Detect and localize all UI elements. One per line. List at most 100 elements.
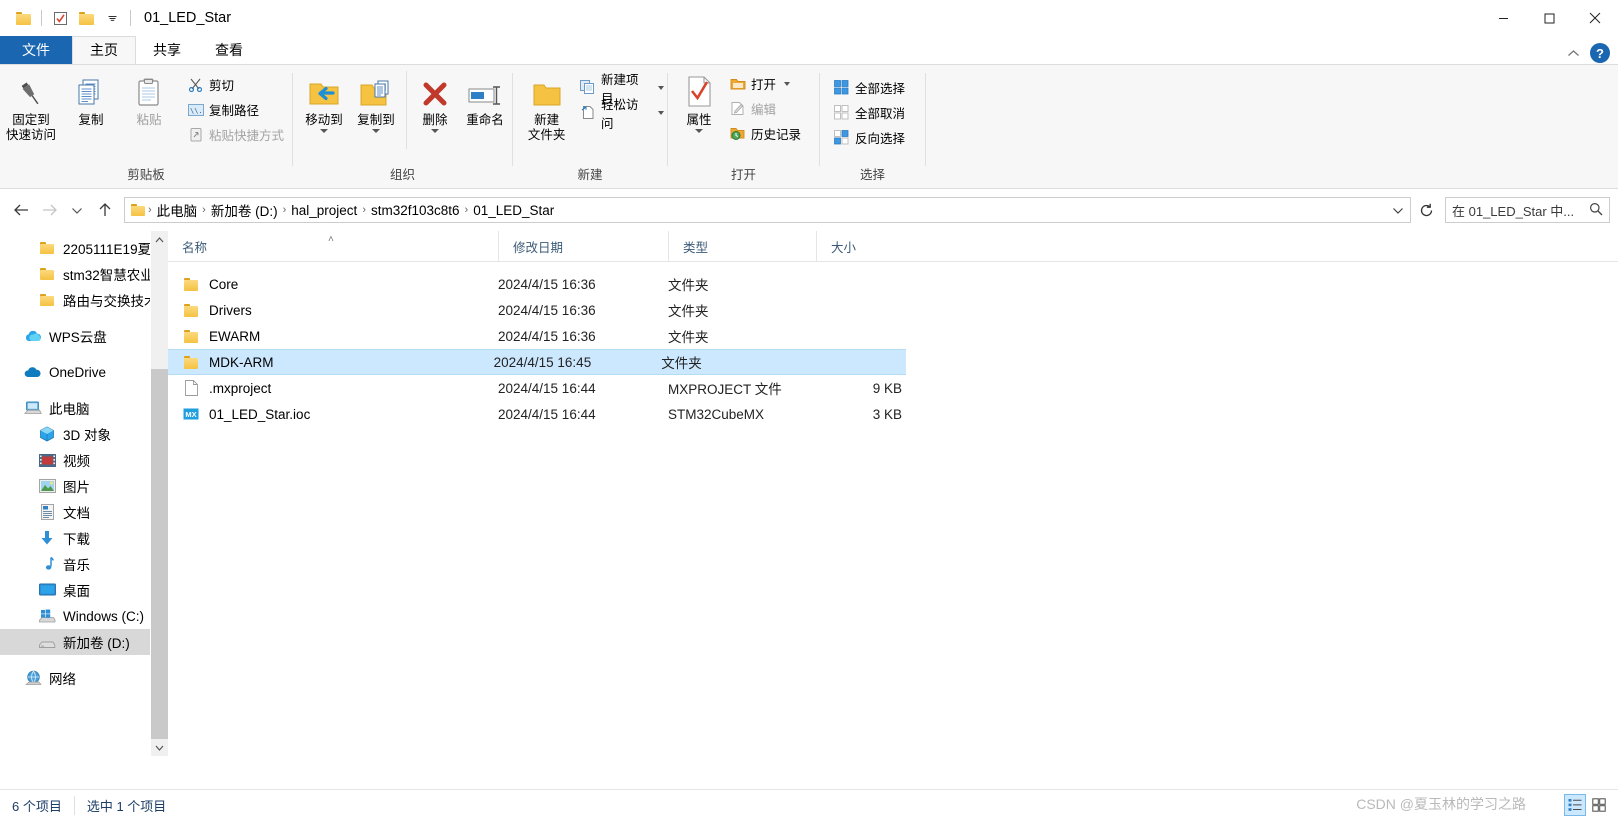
breadcrumb-item-stm32f103c8t6[interactable]: stm32f103c8t6 — [367, 203, 464, 218]
sidebar-item-quickaccess-2[interactable]: 路由与交换技术实验 — [0, 287, 168, 313]
column-header-name[interactable]: 名称 ˄ — [168, 231, 498, 261]
invert-selection-button[interactable]: 反向选择 — [830, 127, 908, 148]
sidebar-item-network[interactable]: 网络 — [0, 665, 168, 691]
scroll-up-arrow-icon[interactable] — [151, 231, 168, 248]
properties-check-icon[interactable] — [47, 5, 73, 31]
search-box[interactable]: 在 01_LED_Star 中... — [1445, 197, 1610, 223]
delete-button[interactable]: 删除 — [411, 71, 459, 133]
mx-file-icon: MX — [182, 405, 200, 423]
sidebar-item-music[interactable]: 音乐 — [0, 551, 168, 577]
paste-button[interactable]: 粘贴 — [120, 71, 178, 128]
file-explorer-window: 01_LED_Star 文件 主页 共享 查看 ? 固定到 快速访问 复制 粘贴… — [0, 0, 1618, 820]
navigation-tree: 2205111E19夏玉林 stm32智慧农业大棚 路由与交换技术实验 — [0, 231, 168, 691]
chevron-down-icon[interactable] — [658, 85, 664, 90]
scrollbar-thumb[interactable] — [151, 369, 168, 756]
back-button[interactable] — [8, 197, 34, 223]
properties-icon — [684, 75, 714, 109]
sidebar-item-videos[interactable]: 视频 — [0, 447, 168, 473]
minimize-button[interactable] — [1480, 0, 1526, 36]
cut-button[interactable]: 剪切 — [184, 74, 287, 95]
table-row[interactable]: Drivers 2024/4/15 16:36 文件夹 — [168, 297, 1618, 323]
table-row[interactable]: MDK-ARM 2024/4/15 16:45 文件夹 — [168, 349, 906, 375]
sidebar-item-pictures[interactable]: 图片 — [0, 473, 168, 499]
sidebar-item-documents[interactable]: 文档 — [0, 499, 168, 525]
rename-button[interactable]: 重命名 — [459, 71, 511, 128]
tab-home[interactable]: 主页 — [72, 36, 136, 64]
copy-to-icon — [359, 75, 393, 109]
sidebar-item-desktop[interactable]: 桌面 — [0, 577, 168, 603]
network-icon — [24, 669, 42, 687]
sidebar-item-3d-objects[interactable]: 3D 对象 — [0, 421, 168, 447]
sidebar-item-quickaccess-1[interactable]: stm32智慧农业大棚 — [0, 261, 168, 287]
forward-button[interactable] — [36, 197, 62, 223]
scroll-down-arrow-icon[interactable] — [151, 739, 168, 756]
help-button[interactable]: ? — [1590, 43, 1610, 63]
large-icons-view-icon[interactable] — [1588, 794, 1610, 816]
breadcrumb-item-hal-project[interactable]: hal_project — [287, 203, 361, 218]
close-button[interactable] — [1572, 0, 1618, 36]
table-row[interactable]: Core 2024/4/15 16:36 文件夹 — [168, 271, 1618, 297]
table-row[interactable]: EWARM 2024/4/15 16:36 文件夹 — [168, 323, 1618, 349]
customize-dropdown-icon[interactable] — [99, 5, 125, 31]
chevron-down-icon[interactable] — [1388, 198, 1408, 222]
sidebar-item-onedrive[interactable]: OneDrive — [0, 359, 168, 385]
table-row[interactable]: MX 01_LED_Star.ioc 2024/4/15 16:44 STM32… — [168, 401, 1618, 427]
details-view-icon[interactable] — [1564, 794, 1586, 816]
sidebar-item-downloads[interactable]: 下载 — [0, 525, 168, 551]
edit-button[interactable]: 编辑 — [726, 98, 804, 119]
chevron-down-icon[interactable] — [695, 129, 703, 133]
sidebar-item-quickaccess-0[interactable]: 2205111E19夏玉林 — [0, 235, 168, 261]
sidebar-item-wps-cloud[interactable]: WPS云盘 — [0, 323, 168, 349]
chevron-down-icon[interactable] — [784, 81, 791, 86]
sidebar-scrollbar[interactable] — [150, 231, 168, 756]
refresh-button[interactable] — [1413, 197, 1439, 223]
folder-icon[interactable] — [10, 5, 36, 31]
sidebar-item-windows-c[interactable]: Windows (C:) — [0, 603, 168, 629]
history-button[interactable]: 历史记录 — [726, 123, 804, 144]
copy-path-button[interactable]: \\... 复制路径 — [184, 99, 287, 120]
chevron-up-icon[interactable] — [1567, 46, 1580, 61]
open-button[interactable]: 打开 — [726, 73, 804, 94]
recent-locations-button[interactable] — [64, 197, 90, 223]
select-none-button[interactable]: 全部取消 — [830, 102, 908, 123]
open-small-buttons: 打开 编辑 历史记录 — [726, 71, 804, 144]
column-header-date[interactable]: 修改日期 — [498, 231, 668, 261]
copy-button[interactable]: 复制 — [62, 71, 120, 128]
move-to-button[interactable]: 移动到 — [298, 71, 350, 133]
sidebar-item-this-pc[interactable]: 此电脑 — [0, 395, 168, 421]
sort-ascending-icon: ˄ — [328, 234, 334, 245]
search-input[interactable]: 在 01_LED_Star 中... — [1452, 201, 1574, 220]
column-header-type[interactable]: 类型 — [668, 231, 816, 261]
sidebar-item-label: 文档 — [63, 506, 90, 521]
maximize-button[interactable] — [1526, 0, 1572, 36]
file-date: 2024/4/15 16:44 — [498, 406, 596, 422]
up-button[interactable] — [92, 197, 118, 223]
pin-to-quick-access-button[interactable]: 固定到 快速访问 — [0, 71, 62, 143]
wps-cloud-icon — [24, 327, 42, 345]
properties-button[interactable]: 属性 — [676, 71, 722, 133]
easy-access-button[interactable]: 轻松访问 — [576, 98, 667, 131]
table-row[interactable]: .mxproject 2024/4/15 16:44 MXPROJECT 文件 … — [168, 375, 1618, 401]
select-all-button[interactable]: 全部选择 — [830, 77, 908, 98]
breadcrumb-item-drive[interactable]: 新加卷 (D:) — [207, 200, 282, 220]
address-path-box[interactable]: › 此电脑 › 新加卷 (D:) › hal_project › stm32f1… — [124, 197, 1411, 223]
chevron-down-icon[interactable] — [320, 129, 328, 133]
search-icon[interactable] — [1589, 202, 1603, 219]
file-date: 2024/4/15 16:45 — [493, 354, 592, 370]
paste-shortcut-icon — [187, 126, 204, 143]
chevron-down-icon[interactable] — [658, 110, 664, 115]
tab-view[interactable]: 查看 — [198, 36, 260, 64]
breadcrumb-item-current[interactable]: 01_LED_Star — [469, 203, 558, 218]
column-header-size[interactable]: 大小 — [816, 231, 916, 261]
breadcrumb-item-this-pc[interactable]: 此电脑 — [153, 200, 202, 220]
sidebar-item-drive-d[interactable]: 新加卷 (D:) — [0, 629, 168, 655]
videos-icon — [38, 451, 56, 469]
paste-shortcut-button[interactable]: 粘贴快捷方式 — [184, 124, 287, 145]
new-folder-button[interactable]: 新建 文件夹 — [521, 71, 572, 143]
chevron-down-icon[interactable] — [431, 129, 439, 133]
copy-to-button[interactable]: 复制到 — [350, 71, 402, 133]
chevron-down-icon[interactable] — [372, 129, 380, 133]
new-folder-icon[interactable] — [73, 5, 99, 31]
tab-file[interactable]: 文件 — [0, 36, 72, 64]
tab-share[interactable]: 共享 — [136, 36, 198, 64]
